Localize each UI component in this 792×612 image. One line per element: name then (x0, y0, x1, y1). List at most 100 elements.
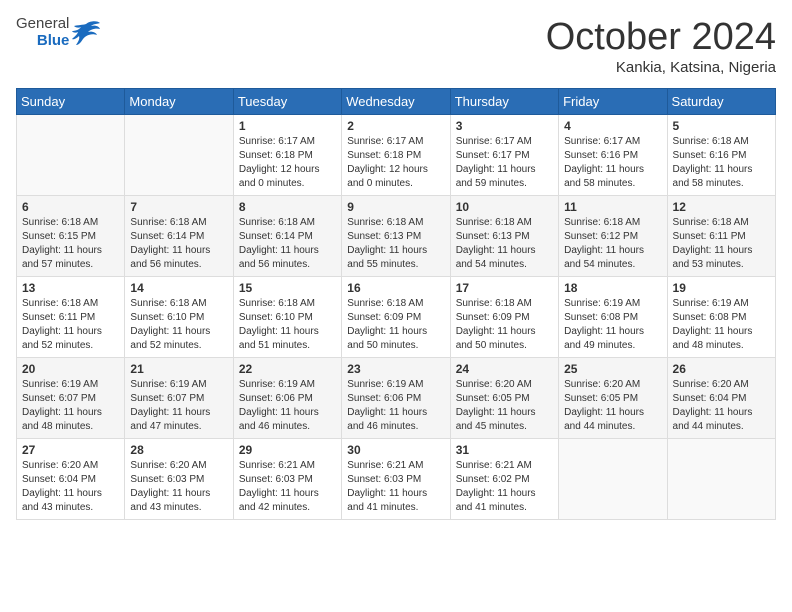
cell-content: Sunrise: 6:17 AMSunset: 6:16 PMDaylight:… (564, 135, 661, 191)
day-number: 30 (347, 443, 444, 457)
day-number: 2 (347, 119, 444, 133)
cell-content: Sunrise: 6:18 AMSunset: 6:10 PMDaylight:… (239, 297, 336, 353)
day-number: 8 (239, 200, 336, 214)
cell-content: Sunrise: 6:21 AMSunset: 6:02 PMDaylight:… (456, 459, 553, 515)
calendar-cell: 24Sunrise: 6:20 AMSunset: 6:05 PMDayligh… (450, 358, 558, 439)
cell-content: Sunrise: 6:18 AMSunset: 6:10 PMDaylight:… (130, 297, 227, 353)
day-number: 16 (347, 281, 444, 295)
day-number: 29 (239, 443, 336, 457)
calendar-cell: 23 Sunrise: 6:19 AMSunset: 6:06 PMDayligh… (342, 358, 450, 439)
calendar-cell: 31 Sunrise: 6:21 AMSunset: 6:02 PMDayligh… (450, 439, 558, 520)
cell-content: Sunrise: 6:18 AMSunset: 6:13 PMDaylight:… (347, 216, 444, 272)
day-number: 7 (130, 200, 227, 214)
day-number: 31 (456, 443, 553, 457)
day-number: 28 (130, 443, 227, 457)
month-title: October 2024 (546, 16, 776, 59)
cell-content: Sunrise: 6:17 AMSunset: 6:18 PMDaylight:… (239, 135, 336, 191)
day-number: 5 (673, 119, 770, 133)
cell-content: Sunrise: 6:21 AMSunset: 6:03 PMDaylight:… (347, 459, 444, 515)
day-number: 9 (347, 200, 444, 214)
calendar-cell (125, 115, 233, 196)
day-number: 15 (239, 281, 336, 295)
weekday-header: Monday (125, 89, 233, 115)
cell-content: Sunrise: 6:18 AMSunset: 6:09 PMDaylight:… (347, 297, 444, 353)
cell-content: Sunrise: 6:18 AMSunset: 6:11 PMDaylight:… (673, 216, 770, 272)
calendar-cell: 27 Sunrise: 6:20 AMSunset: 6:04 PMDayligh… (17, 439, 125, 520)
cell-content: Sunrise: 6:17 AMSunset: 6:17 PMDaylight:… (456, 135, 553, 191)
day-number: 20 (22, 362, 119, 376)
cell-content: Sunrise: 6:21 AMSunset: 6:03 PMDaylight:… (239, 459, 336, 515)
calendar-week-row: 13Sunrise: 6:18 AMSunset: 6:11 PMDayligh… (17, 277, 776, 358)
cell-content: Sunrise: 6:20 AMSunset: 6:05 PMDaylight:… (456, 378, 553, 434)
day-number: 1 (239, 119, 336, 133)
calendar-cell: 8 Sunrise: 6:18 AMSunset: 6:14 PMDaylight… (233, 196, 341, 277)
calendar-cell: 16 Sunrise: 6:18 AMSunset: 6:09 PMDayligh… (342, 277, 450, 358)
location: Kankia, Katsina, Nigeria (546, 59, 776, 76)
calendar-cell: 14 Sunrise: 6:18 AMSunset: 6:10 PMDayligh… (125, 277, 233, 358)
calendar-cell: 26Sunrise: 6:20 AMSunset: 6:04 PMDayligh… (667, 358, 775, 439)
calendar-cell: 7 Sunrise: 6:18 AMSunset: 6:14 PMDaylight… (125, 196, 233, 277)
calendar-cell: 28 Sunrise: 6:20 AMSunset: 6:03 PMDayligh… (125, 439, 233, 520)
calendar-cell: 19 Sunrise: 6:19 AMSunset: 6:08 PMDayligh… (667, 277, 775, 358)
calendar-cell: 22Sunrise: 6:19 AMSunset: 6:06 PMDayligh… (233, 358, 341, 439)
calendar-cell: 21 Sunrise: 6:19 AMSunset: 6:07 PMDayligh… (125, 358, 233, 439)
calendar-cell: 18Sunrise: 6:19 AMSunset: 6:08 PMDayligh… (559, 277, 667, 358)
calendar-week-row: 20 Sunrise: 6:19 AMSunset: 6:07 PMDayligh… (17, 358, 776, 439)
cell-content: Sunrise: 6:19 AMSunset: 6:06 PMDaylight:… (347, 378, 444, 434)
calendar-cell: 25 Sunrise: 6:20 AMSunset: 6:05 PMDayligh… (559, 358, 667, 439)
calendar-cell: 10Sunrise: 6:18 AMSunset: 6:13 PMDayligh… (450, 196, 558, 277)
calendar-cell (17, 115, 125, 196)
day-number: 25 (564, 362, 661, 376)
calendar-cell: 9 Sunrise: 6:18 AMSunset: 6:13 PMDaylight… (342, 196, 450, 277)
cell-content: Sunrise: 6:19 AMSunset: 6:07 PMDaylight:… (130, 378, 227, 434)
day-number: 12 (673, 200, 770, 214)
page-header: General Blue October 2024 Kankia, Katsin… (16, 16, 776, 76)
cell-content: Sunrise: 6:18 AMSunset: 6:14 PMDaylight:… (239, 216, 336, 272)
day-number: 6 (22, 200, 119, 214)
day-number: 17 (456, 281, 553, 295)
calendar-cell: 5 Sunrise: 6:18 AMSunset: 6:16 PMDaylight… (667, 115, 775, 196)
calendar-cell (559, 439, 667, 520)
cell-content: Sunrise: 6:19 AMSunset: 6:08 PMDaylight:… (673, 297, 770, 353)
cell-content: Sunrise: 6:18 AMSunset: 6:09 PMDaylight:… (456, 297, 553, 353)
weekday-header: Tuesday (233, 89, 341, 115)
cell-content: Sunrise: 6:20 AMSunset: 6:05 PMDaylight:… (564, 378, 661, 434)
logo-bird-icon (71, 20, 101, 46)
weekday-header: Saturday (667, 89, 775, 115)
calendar-cell: 30 Sunrise: 6:21 AMSunset: 6:03 PMDayligh… (342, 439, 450, 520)
day-number: 19 (673, 281, 770, 295)
cell-content: Sunrise: 6:18 AMSunset: 6:14 PMDaylight:… (130, 216, 227, 272)
weekday-header: Wednesday (342, 89, 450, 115)
cell-content: Sunrise: 6:18 AMSunset: 6:15 PMDaylight:… (22, 216, 119, 272)
calendar-cell: 1 Sunrise: 6:17 AMSunset: 6:18 PMDaylight… (233, 115, 341, 196)
day-number: 23 (347, 362, 444, 376)
calendar-week-row: 6 Sunrise: 6:18 AMSunset: 6:15 PMDaylight… (17, 196, 776, 277)
cell-content: Sunrise: 6:19 AMSunset: 6:08 PMDaylight:… (564, 297, 661, 353)
day-number: 27 (22, 443, 119, 457)
calendar-cell: 2 Sunrise: 6:17 AMSunset: 6:18 PMDaylight… (342, 115, 450, 196)
cell-content: Sunrise: 6:20 AMSunset: 6:04 PMDaylight:… (673, 378, 770, 434)
weekday-header: Friday (559, 89, 667, 115)
day-number: 21 (130, 362, 227, 376)
cell-content: Sunrise: 6:19 AMSunset: 6:07 PMDaylight:… (22, 378, 119, 434)
cell-content: Sunrise: 6:18 AMSunset: 6:12 PMDaylight:… (564, 216, 661, 272)
cell-content: Sunrise: 6:17 AMSunset: 6:18 PMDaylight:… (347, 135, 444, 191)
day-number: 3 (456, 119, 553, 133)
calendar-cell: 12 Sunrise: 6:18 AMSunset: 6:11 PMDayligh… (667, 196, 775, 277)
logo-blue: Blue (37, 33, 70, 50)
cell-content: Sunrise: 6:20 AMSunset: 6:04 PMDaylight:… (22, 459, 119, 515)
calendar-cell (667, 439, 775, 520)
cell-content: Sunrise: 6:18 AMSunset: 6:16 PMDaylight:… (673, 135, 770, 191)
cell-content: Sunrise: 6:20 AMSunset: 6:03 PMDaylight:… (130, 459, 227, 515)
calendar-table: SundayMondayTuesdayWednesdayThursdayFrid… (16, 88, 776, 520)
calendar-week-row: 27 Sunrise: 6:20 AMSunset: 6:04 PMDayligh… (17, 439, 776, 520)
calendar-cell: 11Sunrise: 6:18 AMSunset: 6:12 PMDayligh… (559, 196, 667, 277)
calendar-cell: 13Sunrise: 6:18 AMSunset: 6:11 PMDayligh… (17, 277, 125, 358)
weekday-header: Thursday (450, 89, 558, 115)
day-number: 14 (130, 281, 227, 295)
day-number: 22 (239, 362, 336, 376)
title-block: October 2024 Kankia, Katsina, Nigeria (546, 16, 776, 76)
calendar-week-row: 1 Sunrise: 6:17 AMSunset: 6:18 PMDaylight… (17, 115, 776, 196)
calendar-cell: 20 Sunrise: 6:19 AMSunset: 6:07 PMDayligh… (17, 358, 125, 439)
day-number: 10 (456, 200, 553, 214)
